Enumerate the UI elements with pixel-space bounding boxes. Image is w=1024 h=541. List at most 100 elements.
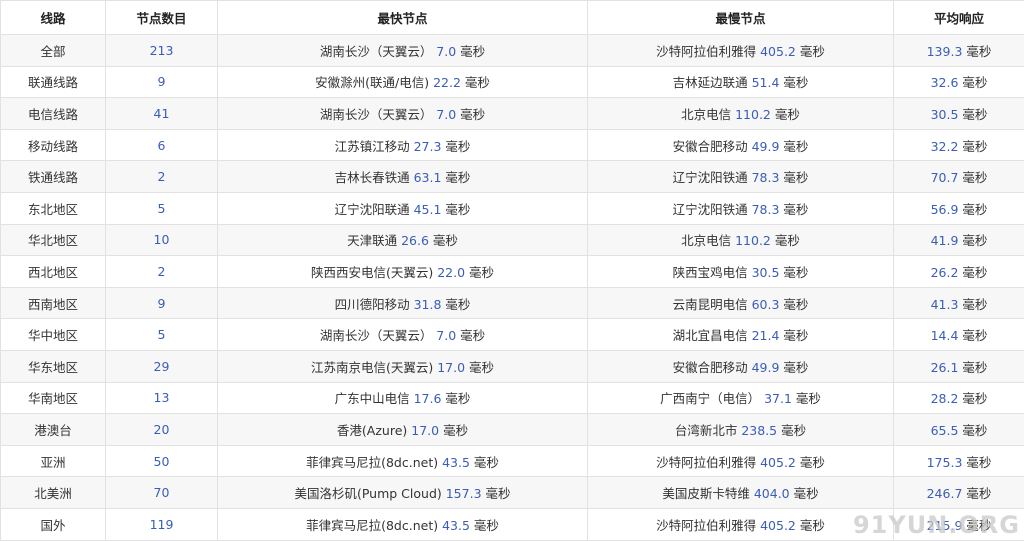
fastest-cell: 广东中山电信 17.6 毫秒 — [217, 381, 588, 415]
average-value: 175.3 — [926, 454, 963, 470]
average-cell: 175.3 毫秒 — [893, 444, 1024, 478]
ms-unit: 毫秒 — [441, 201, 471, 217]
average-value: 215.9 — [926, 517, 963, 533]
count-cell: 5 — [105, 318, 218, 351]
average-cell: 41.9 毫秒 — [893, 223, 1024, 257]
fastest-node-value: 17.0 — [437, 359, 466, 375]
average-value: 70.7 — [930, 170, 959, 186]
average-value: 139.3 — [926, 43, 963, 59]
slowest-node-name: 湖北宜昌电信 — [672, 328, 752, 344]
slowest-node-value: 49.9 — [751, 138, 780, 154]
slowest-node-value: 110.2 — [735, 233, 771, 249]
slowest-node-value: 404.0 — [753, 486, 790, 502]
fastest-node-value: 17.6 — [413, 391, 442, 407]
fastest-node-name: 菲律宾马尼拉(8dc.net) — [306, 454, 443, 470]
count-cell: 20 — [105, 413, 218, 446]
ms-unit: 毫秒 — [962, 517, 992, 533]
average-cell: 70.7 毫秒 — [893, 160, 1024, 193]
count-cell: 70 — [105, 476, 218, 509]
slowest-cell: 安徽合肥移动 49.9 毫秒 — [587, 128, 894, 162]
ms-unit: 毫秒 — [779, 359, 809, 375]
line-cell: 港澳台 — [0, 413, 106, 446]
fastest-cell: 湖南长沙（天翼云） 7.0 毫秒 — [217, 318, 588, 351]
slowest-cell: 沙特阿拉伯利雅得 405.2 毫秒 — [587, 34, 894, 67]
slowest-node-name: 陕西宝鸡电信 — [672, 264, 752, 280]
count-cell: 2 — [105, 160, 218, 193]
ms-unit: 毫秒 — [789, 486, 819, 502]
count-cell: 50 — [105, 444, 218, 478]
average-value: 32.6 — [930, 75, 959, 91]
average-value: 14.4 — [930, 328, 959, 344]
slowest-node-value: 51.4 — [751, 75, 780, 91]
slowest-node-name: 北京电信 — [681, 106, 736, 122]
fastest-node-value: 27.3 — [413, 138, 442, 154]
ms-unit: 毫秒 — [456, 106, 486, 122]
ms-unit: 毫秒 — [770, 106, 800, 122]
table-row: 华东地区 29 江苏南京电信(天翼云) 17.0 毫秒 安徽合肥移动 49.9 毫秒 2… — [0, 349, 1024, 383]
slowest-cell: 沙特阿拉伯利雅得 405.2 毫秒 — [587, 507, 894, 541]
slowest-node-value: 110.2 — [735, 106, 771, 122]
ms-unit: 毫秒 — [460, 75, 490, 91]
average-cell: 32.2 毫秒 — [893, 128, 1024, 162]
col-header-slowest: 最慢节点 — [587, 0, 894, 35]
ms-unit: 毫秒 — [779, 328, 809, 344]
slowest-cell: 吉林延边联通 51.4 毫秒 — [587, 65, 894, 99]
slowest-node-name: 安徽合肥移动 — [672, 138, 752, 154]
fastest-cell: 湖南长沙（天翼云） 7.0 毫秒 — [217, 34, 588, 67]
ms-unit: 毫秒 — [779, 138, 809, 154]
count-cell: 6 — [105, 128, 218, 162]
ms-unit: 毫秒 — [795, 454, 825, 470]
node-count: 13 — [153, 390, 170, 406]
table-row: 亚洲 50 菲律宾马尼拉(8dc.net) 43.5 毫秒 沙特阿拉伯利雅得 405.… — [0, 444, 1024, 478]
slowest-node-value: 405.2 — [760, 517, 796, 533]
ms-unit: 毫秒 — [958, 170, 988, 186]
slowest-cell: 湖北宜昌电信 21.4 毫秒 — [587, 318, 894, 351]
table-row: 西北地区 2 陕西西安电信(天翼云) 22.0 毫秒 陕西宝鸡电信 30.5 毫秒 26… — [0, 255, 1024, 288]
ms-unit: 毫秒 — [465, 264, 495, 280]
ms-unit: 毫秒 — [958, 201, 988, 217]
fastest-cell: 吉林长春铁通 63.1 毫秒 — [217, 160, 588, 193]
average-cell: 32.6 毫秒 — [893, 65, 1024, 99]
ms-unit: 毫秒 — [795, 517, 825, 533]
average-cell: 26.1 毫秒 — [893, 349, 1024, 383]
table-row: 电信线路 41 湖南长沙（天翼云） 7.0 毫秒 北京电信 110.2 毫秒 30.5 … — [0, 97, 1024, 130]
average-value: 246.7 — [926, 486, 963, 502]
line-cell: 华北地区 — [0, 223, 106, 257]
fastest-node-value: 7.0 — [436, 43, 457, 59]
line-cell: 国外 — [0, 507, 106, 541]
ms-unit: 毫秒 — [779, 75, 809, 91]
ms-unit: 毫秒 — [441, 296, 471, 312]
average-cell: 26.2 毫秒 — [893, 255, 1024, 288]
fastest-cell: 菲律宾马尼拉(8dc.net) 43.5 毫秒 — [217, 444, 588, 478]
table-row: 华北地区 10 天津联通 26.6 毫秒 北京电信 110.2 毫秒 41.9 毫秒 — [0, 223, 1024, 257]
line-cell: 华中地区 — [0, 318, 106, 351]
slowest-node-name: 吉林延边联通 — [672, 75, 752, 91]
fastest-node-name: 菲律宾马尼拉(8dc.net) — [306, 517, 443, 533]
slowest-cell: 广西南宁（电信） 37.1 毫秒 — [587, 381, 894, 415]
table-row: 联通线路 9 安徽滁州(联通/电信) 22.2 毫秒 吉林延边联通 51.4 毫秒 32… — [0, 65, 1024, 99]
fastest-cell: 安徽滁州(联通/电信) 22.2 毫秒 — [217, 65, 588, 99]
table-row: 移动线路 6 江苏镇江移动 27.3 毫秒 安徽合肥移动 49.9 毫秒 32.2 毫秒 — [0, 128, 1024, 162]
fastest-cell: 香港(Azure) 17.0 毫秒 — [217, 413, 588, 446]
ms-unit: 毫秒 — [428, 233, 458, 249]
col-header-average: 平均响应 — [893, 0, 1024, 35]
fastest-node-name: 美国洛杉矶(Pump Cloud) — [294, 486, 446, 502]
slowest-node-value: 60.3 — [751, 296, 780, 312]
fastest-cell: 天津联通 26.6 毫秒 — [217, 223, 588, 257]
node-count: 20 — [153, 421, 170, 437]
fastest-node-name: 香港(Azure) — [336, 422, 412, 438]
fastest-node-value: 22.0 — [437, 264, 466, 280]
line-cell: 铁通线路 — [0, 160, 106, 193]
node-count: 10 — [153, 232, 170, 248]
count-cell: 9 — [105, 286, 218, 320]
fastest-node-name: 湖南长沙（天翼云） — [319, 43, 437, 59]
fastest-node-value: 17.0 — [411, 422, 440, 438]
slowest-cell: 台湾新北市 238.5 毫秒 — [587, 413, 894, 446]
fastest-cell: 辽宁沈阳联通 45.1 毫秒 — [217, 191, 588, 225]
node-count: 70 — [153, 485, 170, 501]
slowest-node-value: 78.3 — [751, 201, 780, 217]
line-cell: 华南地区 — [0, 381, 106, 415]
ms-unit: 毫秒 — [456, 328, 486, 344]
slowest-node-name: 沙特阿拉伯利雅得 — [656, 43, 761, 59]
count-cell: 41 — [105, 97, 218, 130]
